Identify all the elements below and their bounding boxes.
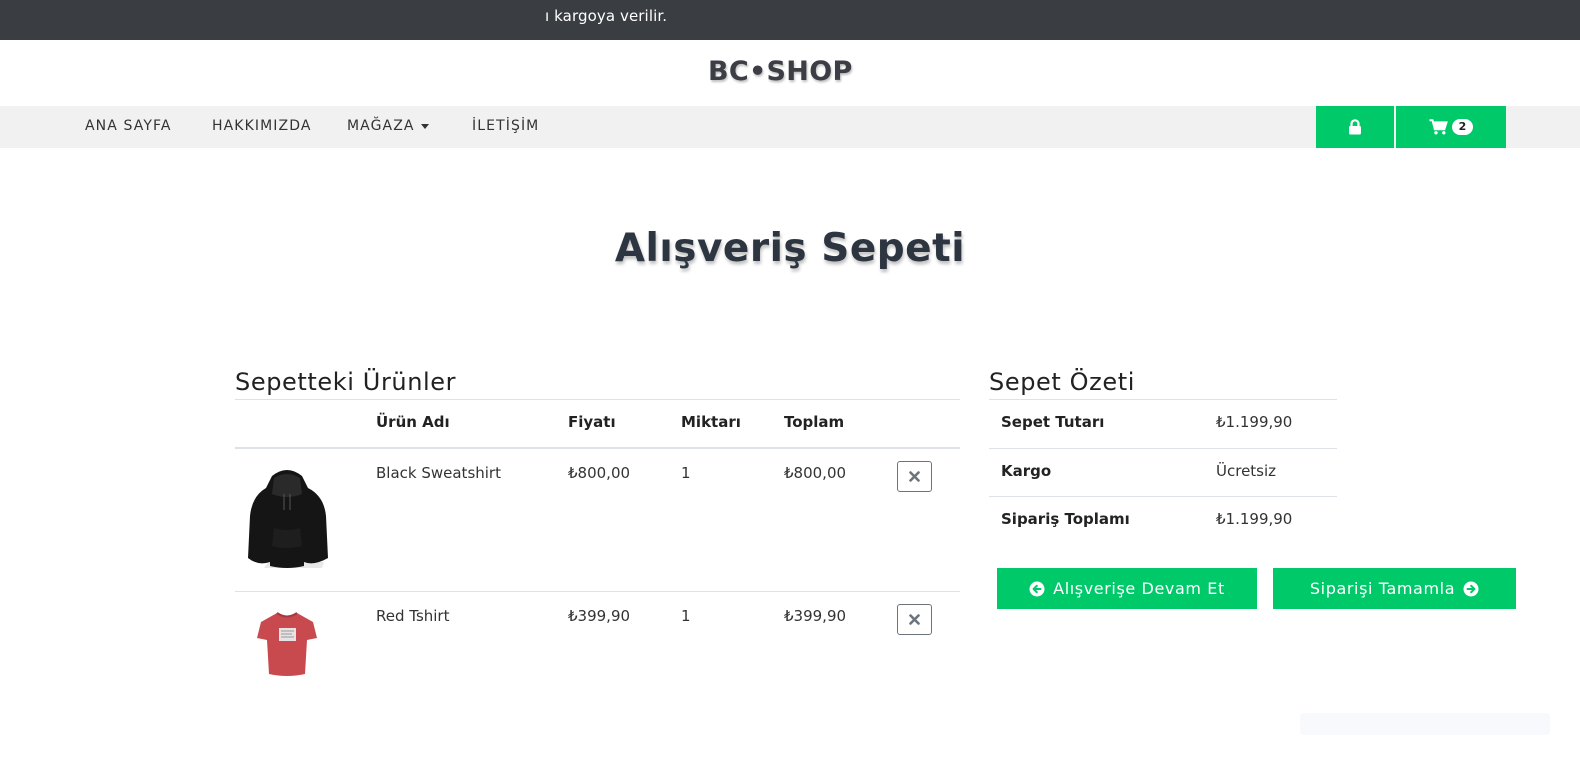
divider bbox=[989, 448, 1337, 449]
lock-icon bbox=[1349, 119, 1361, 135]
announcement-bar: ı kargoya verilir. bbox=[0, 0, 1580, 40]
checkout-label: Siparişi Tamamla bbox=[1309, 579, 1456, 598]
page-title: Alışveriş Sepeti bbox=[614, 226, 966, 271]
product-quantity: 1 bbox=[681, 607, 691, 625]
close-icon bbox=[909, 471, 920, 482]
logo-row: BC•SHOP bbox=[0, 40, 1580, 106]
red-tshirt-image[interactable] bbox=[255, 610, 319, 678]
remove-item-button[interactable] bbox=[897, 604, 932, 635]
product-price: ₺399,90 bbox=[568, 607, 631, 625]
summary-label-subtotal: Sepet Tutarı bbox=[1001, 413, 1105, 431]
product-name[interactable]: Red Tshirt bbox=[376, 607, 449, 625]
product-total: ₺399,90 bbox=[784, 607, 847, 625]
column-header-quantity: Miktarı bbox=[681, 413, 741, 431]
column-header-price: Fiyatı bbox=[568, 413, 616, 431]
row-divider bbox=[235, 591, 960, 592]
cart-icon bbox=[1429, 119, 1448, 135]
summary-label-shipping: Kargo bbox=[1001, 462, 1052, 480]
cart-button[interactable]: 2 bbox=[1396, 106, 1506, 148]
main-navbar: ANA SAYFA HAKKIMIZDA MAĞAZA İLETİŞİM 2 bbox=[0, 106, 1580, 148]
announcement-text: ı kargoya verilir. bbox=[545, 7, 668, 25]
remove-item-button[interactable] bbox=[897, 461, 932, 492]
divider bbox=[989, 399, 1337, 400]
floating-widget[interactable] bbox=[1300, 713, 1550, 735]
nav-item-home[interactable]: ANA SAYFA bbox=[85, 118, 172, 134]
summary-value-order-total: ₺1.199,90 bbox=[1216, 510, 1293, 528]
continue-shopping-button[interactable]: Alışverişe Devam Et bbox=[997, 568, 1257, 609]
summary-value-shipping: Ücretsiz bbox=[1216, 462, 1277, 480]
close-icon bbox=[909, 614, 920, 625]
arrow-circle-left-icon bbox=[1029, 581, 1045, 596]
caret-down-icon bbox=[420, 123, 429, 129]
product-price: ₺800,00 bbox=[568, 464, 631, 482]
cart-heading: Sepetteki Ürünler bbox=[235, 368, 457, 396]
arrow-circle-right-icon bbox=[1463, 581, 1479, 596]
nav-item-about[interactable]: HAKKIMIZDA bbox=[212, 118, 312, 134]
column-header-total: Toplam bbox=[784, 413, 845, 431]
nav-item-store-label: MAĞAZA bbox=[347, 118, 415, 134]
cart-count-badge: 2 bbox=[1451, 119, 1474, 135]
column-header-product-name: Ürün Adı bbox=[376, 413, 450, 431]
summary-value-subtotal: ₺1.199,90 bbox=[1216, 413, 1293, 431]
brand-logo[interactable]: BC•SHOP bbox=[708, 56, 853, 87]
product-name[interactable]: Black Sweatshirt bbox=[376, 464, 501, 482]
checkout-button[interactable]: Siparişi Tamamla bbox=[1273, 568, 1516, 609]
summary-heading: Sepet Özeti bbox=[989, 368, 1135, 396]
product-quantity: 1 bbox=[681, 464, 691, 482]
product-total: ₺800,00 bbox=[784, 464, 847, 482]
nav-item-store[interactable]: MAĞAZA bbox=[347, 118, 429, 134]
divider bbox=[989, 496, 1337, 497]
nav-item-contact[interactable]: İLETİŞİM bbox=[472, 118, 539, 134]
black-hoodie-image[interactable] bbox=[244, 466, 330, 572]
divider bbox=[235, 399, 960, 400]
header-divider bbox=[235, 447, 960, 449]
summary-label-order-total: Sipariş Toplamı bbox=[1001, 510, 1130, 528]
login-button[interactable] bbox=[1316, 106, 1394, 148]
continue-shopping-label: Alışverişe Devam Et bbox=[1053, 579, 1225, 598]
